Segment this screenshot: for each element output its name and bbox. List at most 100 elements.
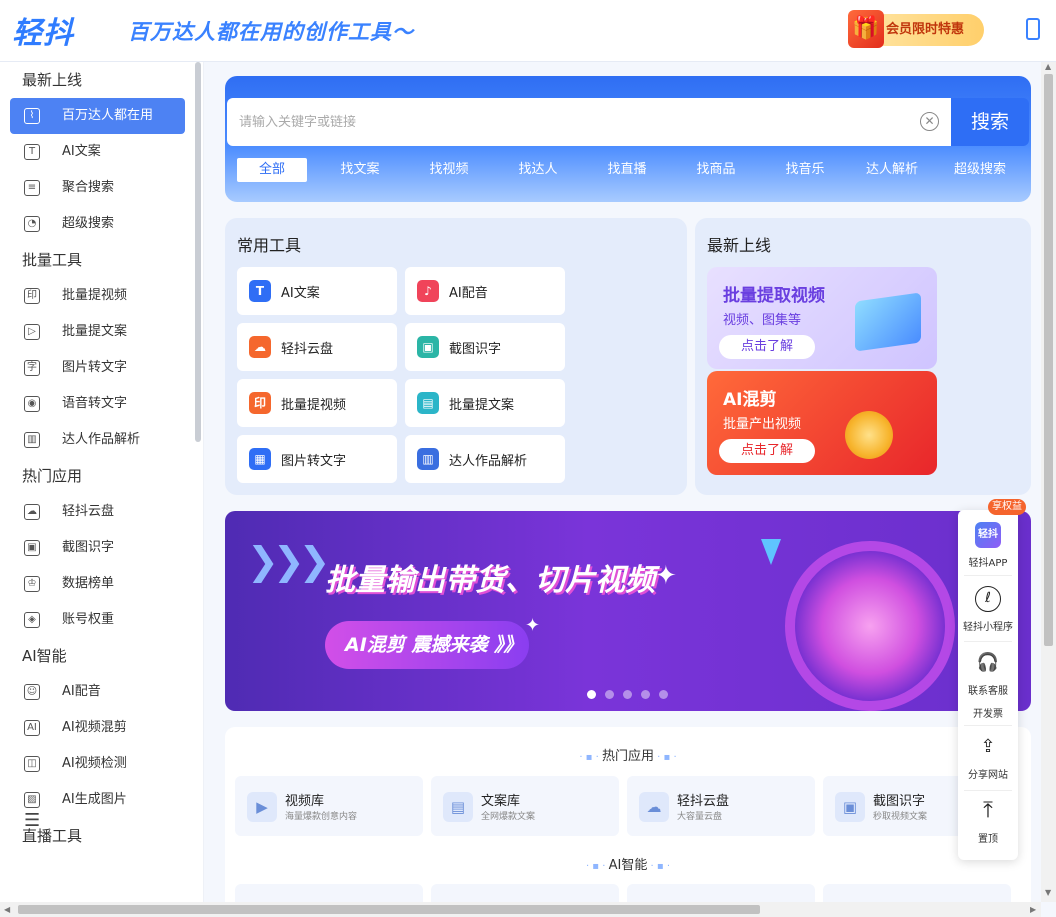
text-icon: T <box>24 144 40 160</box>
promo-ai-mix[interactable]: AI混剪 批量产出视频 点击了解 <box>707 371 937 475</box>
tool-card[interactable]: ▦ 图片转文字 <box>237 435 397 483</box>
float-invoice-label[interactable]: 开发票 <box>958 705 1018 720</box>
stamp-icon: 印 <box>24 288 40 304</box>
tool-label: 批量提视频 <box>281 398 347 413</box>
sidebar-item[interactable]: ◫ AI视频检测 <box>10 746 185 782</box>
search-category-tab[interactable]: 找达人 <box>503 158 573 182</box>
banner-dot[interactable] <box>587 690 596 699</box>
tool-card[interactable]: T AI文案 <box>237 267 397 315</box>
app-desc: 秒取视频文案 <box>873 812 928 822</box>
float-service-item[interactable]: 🎧 联系客服 开发票 <box>958 650 1018 720</box>
search-category-tab[interactable]: 找商品 <box>681 158 751 182</box>
page-vertical-scrollbar[interactable]: ▲ ▼ <box>1041 62 1056 902</box>
page-horizontal-scrollbar[interactable]: ◀ ▶ <box>0 902 1041 917</box>
tool-card[interactable]: ▣ 截图识字 <box>405 323 565 371</box>
sidebar-item-label: AI视频混剪 <box>62 720 127 735</box>
header-slogan: 百万达人都在用的创作工具～ <box>128 20 414 44</box>
detect-icon: ◫ <box>24 756 40 772</box>
app-desc: 全网爆款文案 <box>481 812 536 822</box>
float-top-item[interactable]: ⤒ 置顶 <box>958 798 1018 845</box>
search-category-tab[interactable]: 找视频 <box>414 158 484 182</box>
tool-icon: ▣ <box>417 336 439 358</box>
list-search-icon: ≡ <box>24 180 40 196</box>
gift-icon: 🎁 <box>848 10 884 48</box>
common-tools-title: 常用工具 <box>237 236 302 255</box>
banner-pill[interactable]: AI混剪 震撼来袭 》》 <box>325 621 529 669</box>
search-category-tab[interactable]: 达人解析 <box>857 158 927 182</box>
search-category-tab[interactable]: 找直播 <box>592 158 662 182</box>
sidebar-item[interactable]: ◉ 语音转文字 <box>10 386 185 422</box>
sidebar-item[interactable]: ▣ 截图识字 <box>10 530 185 566</box>
sidebar-item-label: 百万达人都在用 <box>62 108 154 123</box>
sidebar-item-label: AI生成图片 <box>62 792 127 807</box>
sidebar-item[interactable]: AI AI视频混剪 <box>10 710 185 746</box>
hot-app-card[interactable]: ▤ 文案库全网爆款文案 <box>431 776 619 836</box>
banner-dot[interactable] <box>659 690 668 699</box>
promo-ai-mix-button[interactable]: 点击了解 <box>719 439 815 463</box>
search-category-tab[interactable]: 找音乐 <box>770 158 840 182</box>
app-desc: 海量爆款创意内容 <box>285 812 358 822</box>
horizontal-scroll-thumb[interactable] <box>18 905 760 914</box>
sidebar-item[interactable]: ▥ 达人作品解析 <box>10 422 185 458</box>
apps-section: · ▪ · 热门应用 · ▪ · ▶ 视频库 海量爆款创意内容 ▤ 文案库 全网爆款文案 ☁… <box>225 727 1031 917</box>
vertical-scroll-thumb[interactable] <box>1044 74 1053 646</box>
crown-icon: ♔ <box>24 576 40 592</box>
promo-batch-video-button[interactable]: 点击了解 <box>719 335 815 359</box>
sidebar-item-label: 轻抖云盘 <box>62 504 115 519</box>
search-category-tab[interactable]: 找文案 <box>325 158 395 182</box>
sidebar-item[interactable]: ≡ 聚合搜索 <box>10 170 185 206</box>
banner-arrows-icon: ❯❯❯ <box>247 539 330 583</box>
vip-promo-button[interactable]: 🎁 会员限时特惠 <box>848 10 984 48</box>
sidebar-item[interactable]: 字 图片转文字 <box>10 350 185 386</box>
sidebar-item[interactable]: ◈ 账号权重 <box>10 602 185 638</box>
promo-batch-video[interactable]: 批量提取视频 视频、图集等 点击了解 <box>707 267 937 369</box>
app-logo[interactable]: 轻抖 <box>12 8 74 52</box>
sidebar-item-label: 数据榜单 <box>62 576 115 591</box>
sidebar-item[interactable]: ☁ 轻抖云盘 <box>10 494 185 530</box>
banner-dot[interactable] <box>623 690 632 699</box>
tool-card[interactable]: ☁ 轻抖云盘 <box>237 323 397 371</box>
sidebar-item[interactable]: T AI文案 <box>10 134 185 170</box>
sidebar-group-title: 最新上线 <box>22 71 83 89</box>
sidebar-item[interactable]: ☺ AI配音 <box>10 674 185 710</box>
tool-icon: ▤ <box>417 392 439 414</box>
divider-dots-icon: · ▪ · <box>579 752 602 763</box>
search-input[interactable] <box>227 98 887 146</box>
banner-dot[interactable] <box>605 690 614 699</box>
clear-icon[interactable]: ✕ <box>920 112 939 131</box>
scroll-down-icon[interactable]: ▼ <box>1045 888 1051 897</box>
tool-icon: ♪ <box>417 280 439 302</box>
float-share-item[interactable]: ⇪ 分享网站 <box>958 734 1018 781</box>
banner-dot[interactable] <box>641 690 650 699</box>
tool-card[interactable]: 印批量提视频 <box>237 379 397 427</box>
scroll-up-icon[interactable]: ▲ <box>1045 62 1051 71</box>
app-icon: ▤ <box>443 792 473 822</box>
sidebar-item[interactable]: ▷ 批量提文案 <box>10 314 185 350</box>
float-miniprogram-item[interactable]: ℓ 轻抖小程序 <box>958 586 1018 633</box>
float-app-item[interactable]: 轻抖 轻抖APP <box>958 522 1018 569</box>
sidebar-item[interactable]: 印 批量提视频 <box>10 278 185 314</box>
common-tools-panel: 常用工具 T AI文案 ♪ AI配音 ☁ 轻抖云盘 ▣ 截图识字印批量提视频 ▤ 批量提文案 ▦ 图片… <box>225 218 687 495</box>
tool-label: AI文案 <box>281 286 320 301</box>
search-button[interactable]: 搜索 <box>951 98 1029 146</box>
tool-card[interactable]: ▥ 达人作品解析 <box>405 435 565 483</box>
ai-mix-banner[interactable]: ❯❯❯ 批量输出带货、切片视频 AI混剪 震撼来袭 》》 ✦ ✦ <box>225 511 1031 711</box>
search-category-tab[interactable]: 超级搜索 <box>945 158 1015 182</box>
sidebar-item-label: 图片转文字 <box>62 360 128 375</box>
hot-app-card[interactable]: ☁ 轻抖云盘 大容量云盘 <box>627 776 815 836</box>
hot-app-card[interactable]: ▶ 视频库 海量爆款创意内容 <box>235 776 423 836</box>
app-name: 文案库 <box>481 794 521 809</box>
scroll-left-icon[interactable]: ◀ <box>4 905 10 914</box>
promo-ai-mix-sub: 批量产出视频 <box>723 417 802 432</box>
mobile-icon[interactable] <box>1026 18 1040 40</box>
sidebar-item[interactable]: ⌇ 百万达人都在用 <box>10 98 185 134</box>
sidebar-item[interactable]: ◔ 超级搜索 <box>10 206 185 242</box>
sidebar-item[interactable]: ♔ 数据榜单 <box>10 566 185 602</box>
scroll-right-icon[interactable]: ▶ <box>1030 905 1036 914</box>
sidebar-scrollbar[interactable] <box>195 62 201 442</box>
search-category-tab[interactable]: 全部 <box>237 158 307 182</box>
collapse-sidebar-icon[interactable]: ☰ <box>24 810 40 831</box>
tool-card[interactable]: ▤ 批量提文案 <box>405 379 565 427</box>
tool-card[interactable]: ♪ AI配音 <box>405 267 565 315</box>
float-service-label: 联系客服 <box>968 686 1008 697</box>
